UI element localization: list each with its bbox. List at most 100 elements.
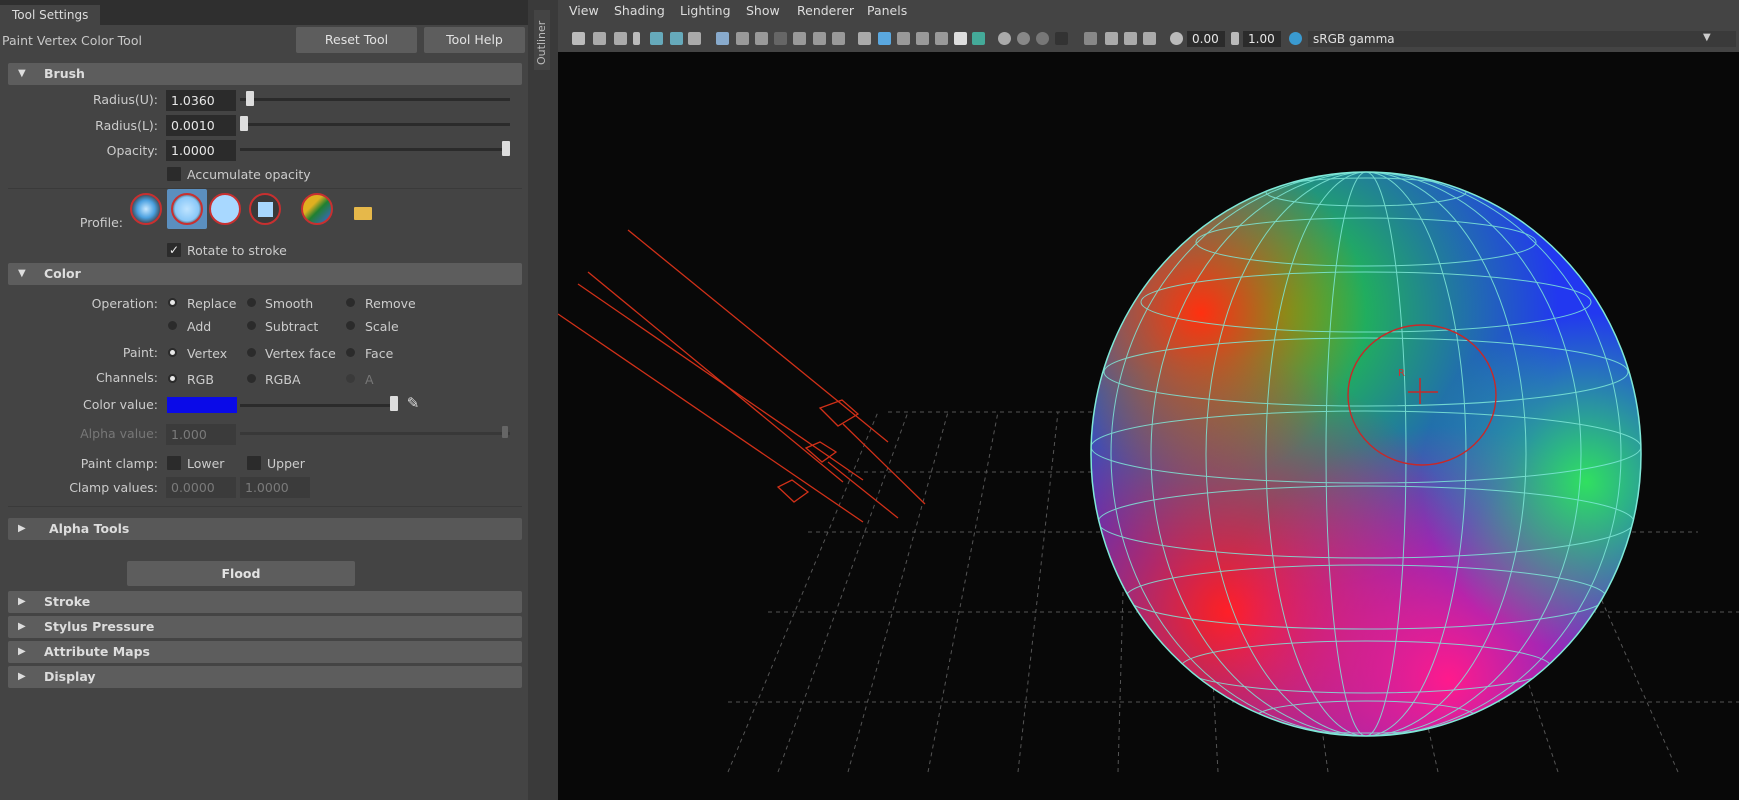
stylus-pressure-section-header[interactable]: ▶ Stylus Pressure <box>8 616 522 638</box>
3d-scene[interactable]: R <box>558 52 1739 800</box>
menu-renderer[interactable]: Renderer <box>797 3 854 18</box>
film-gate-icon[interactable] <box>736 32 749 45</box>
safe-action-icon[interactable] <box>813 32 826 45</box>
radius-u-field[interactable]: 1.0360 <box>166 90 236 111</box>
menu-show[interactable]: Show <box>746 3 780 18</box>
menu-view[interactable]: View <box>569 3 599 18</box>
color-management-icon[interactable] <box>1289 32 1302 45</box>
colorspace-dropdown[interactable]: sRGB gamma <box>1308 31 1736 47</box>
tool-help-button[interactable]: Tool Help <box>424 27 525 53</box>
add-label: Add <box>187 319 212 334</box>
flood-button[interactable]: Flood <box>127 561 355 586</box>
radius-l-field[interactable]: 0.0010 <box>166 115 236 136</box>
alpha-value-slider[interactable] <box>240 432 510 435</box>
menu-shading[interactable]: Shading <box>614 3 665 18</box>
scale-radio[interactable] <box>346 321 355 330</box>
smooth-radio[interactable] <box>247 298 256 307</box>
anti-aliasing-icon[interactable] <box>1036 32 1049 45</box>
clamp-high-field[interactable]: 1.0000 <box>240 477 310 498</box>
alpha-value-field[interactable]: 1.000 <box>166 424 236 445</box>
depth-of-field-icon[interactable] <box>1055 32 1068 45</box>
stroke-section-header[interactable]: ▶ Stroke <box>8 591 522 613</box>
panel-splitter[interactable] <box>528 0 558 800</box>
reset-tool-button[interactable]: Reset Tool <box>296 27 417 53</box>
solid-profile-icon[interactable] <box>209 193 241 225</box>
vertex-face-label: Vertex face <box>265 346 336 361</box>
add-radio[interactable] <box>168 321 177 330</box>
textured-icon[interactable] <box>935 32 948 45</box>
rotate-to-stroke-checkbox[interactable]: ✓ <box>167 243 181 257</box>
safe-title-icon[interactable] <box>832 32 845 45</box>
opacity-slider[interactable] <box>240 148 510 151</box>
grease-pencil-icon[interactable] <box>688 32 701 45</box>
xray-active-components-icon[interactable] <box>1143 32 1156 45</box>
color-value-swatch[interactable] <box>167 397 237 413</box>
camera-attributes-icon[interactable] <box>614 32 627 45</box>
xray-icon[interactable] <box>1105 32 1118 45</box>
stroke-section-title: Stroke <box>44 594 91 609</box>
upper-checkbox[interactable] <box>247 456 261 470</box>
brush-section-header[interactable]: ▼ Brush <box>8 63 522 85</box>
opacity-field[interactable]: 1.0000 <box>166 140 236 161</box>
face-radio[interactable] <box>346 348 355 357</box>
clamp-low-field[interactable]: 0.0000 <box>166 477 236 498</box>
remove-radio[interactable] <box>346 298 355 307</box>
opacity-slider-handle[interactable] <box>502 141 510 156</box>
replace-radio[interactable] <box>168 298 177 307</box>
2d-pan-zoom-icon[interactable] <box>670 32 683 45</box>
image-profile-icon[interactable] <box>301 193 333 225</box>
menu-panels[interactable]: Panels <box>867 3 907 18</box>
alpha-value-slider-handle[interactable] <box>502 426 508 438</box>
folder-icon[interactable] <box>354 207 372 220</box>
viewport-panel[interactable]: View Shading Lighting Show Renderer Pane… <box>558 0 1739 800</box>
menu-lighting[interactable]: Lighting <box>680 3 731 18</box>
color-value-slider-handle[interactable] <box>390 396 398 411</box>
wireframe-on-shaded-icon[interactable] <box>916 32 929 45</box>
image-plane-icon[interactable] <box>650 32 663 45</box>
subtract-radio[interactable] <box>247 321 256 330</box>
motion-blur-icon[interactable] <box>1017 32 1030 45</box>
radius-l-slider[interactable] <box>240 123 510 126</box>
vertex-face-radio[interactable] <box>247 348 256 357</box>
grid-icon[interactable] <box>716 32 729 45</box>
bookmark-icon[interactable] <box>633 32 640 45</box>
attribute-maps-section-header[interactable]: ▶ Attribute Maps <box>8 641 522 663</box>
outliner-tab[interactable]: Outliner <box>534 10 550 70</box>
lock-camera-icon[interactable] <box>593 32 606 45</box>
gate-mask-icon[interactable] <box>774 32 787 45</box>
accumulate-opacity-checkbox[interactable] <box>167 167 181 181</box>
alpha-tools-section-header[interactable]: ▶ Alpha Tools <box>8 518 522 540</box>
tab-tool-settings[interactable]: Tool Settings <box>0 5 101 25</box>
use-all-lights-icon[interactable] <box>954 32 967 45</box>
radius-u-slider[interactable] <box>240 98 510 101</box>
eyedropper-icon[interactable]: ✎ <box>404 394 422 412</box>
rgb-radio[interactable] <box>168 374 177 383</box>
smooth-shade-icon[interactable] <box>878 32 891 45</box>
screen-space-ao-icon[interactable] <box>998 32 1011 45</box>
exposure-icon[interactable] <box>1170 32 1183 45</box>
soft-profile-icon[interactable] <box>171 193 203 225</box>
display-section-header[interactable]: ▶ Display <box>8 666 522 688</box>
exposure-field[interactable]: 0.00 <box>1187 31 1225 47</box>
rgba-radio[interactable] <box>247 374 256 383</box>
field-chart-icon[interactable] <box>793 32 806 45</box>
vertex-radio[interactable] <box>168 348 177 357</box>
chevron-down-icon[interactable]: ▼ <box>1703 32 1711 43</box>
color-section-header[interactable]: ▼ Color <box>8 263 522 285</box>
isolate-select-icon[interactable] <box>1084 32 1097 45</box>
gaussian-profile-icon[interactable] <box>130 193 162 225</box>
radius-l-slider-handle[interactable] <box>240 116 248 131</box>
gamma-field[interactable]: 1.00 <box>1243 31 1281 47</box>
wireframe-icon[interactable] <box>858 32 871 45</box>
resolution-gate-icon[interactable] <box>755 32 768 45</box>
default-material-icon[interactable] <box>897 32 910 45</box>
xray-joints-icon[interactable] <box>1124 32 1137 45</box>
a-radio[interactable] <box>346 374 355 383</box>
gamma-icon[interactable] <box>1231 32 1239 45</box>
camera-icon[interactable] <box>572 32 585 45</box>
color-value-slider[interactable] <box>240 404 396 407</box>
shadows-icon[interactable] <box>972 32 985 45</box>
square-profile-icon[interactable] <box>249 193 281 225</box>
radius-u-slider-handle[interactable] <box>246 91 254 106</box>
lower-checkbox[interactable] <box>167 456 181 470</box>
